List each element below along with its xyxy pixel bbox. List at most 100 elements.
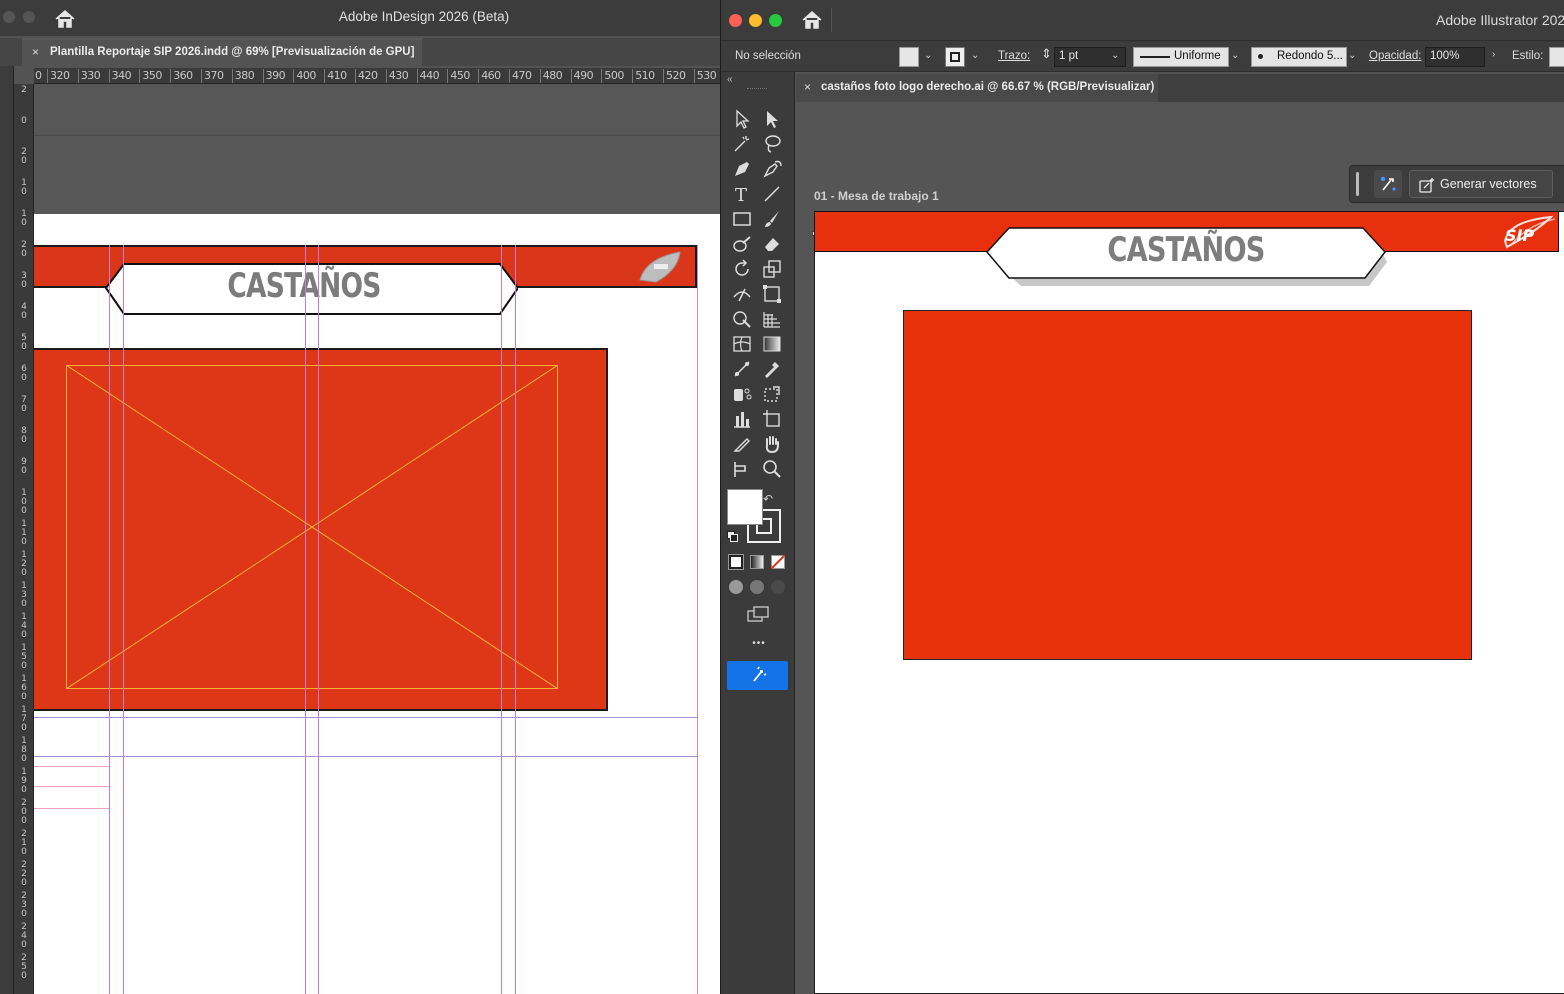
- tab-close-icon[interactable]: ×: [804, 80, 811, 94]
- chevron-right-icon[interactable]: ›: [1492, 49, 1495, 60]
- row-guide[interactable]: [34, 717, 697, 718]
- opacity-field[interactable]: 100%: [1425, 47, 1485, 67]
- variable-width-profile[interactable]: Uniforme: [1133, 47, 1229, 67]
- default-colors-icon[interactable]: [727, 531, 739, 543]
- hand-tool-icon[interactable]: [761, 433, 783, 455]
- indesign-document-tab[interactable]: × Plantilla Reportaje SIP 2026.indd @ 69…: [22, 38, 422, 66]
- vertical-ruler[interactable]: 2020101020304050607080901001101201301401…: [14, 84, 34, 994]
- width-tool-icon[interactable]: [731, 283, 753, 305]
- ruler-tick-label: 10: [21, 178, 27, 197]
- generative-icon[interactable]: [1374, 170, 1402, 198]
- direct-selection-tool-icon[interactable]: [761, 108, 783, 130]
- stroke-stepper-icon[interactable]: ⇕: [1041, 46, 1052, 62]
- opacity-label[interactable]: Opacidad:: [1369, 50, 1421, 62]
- column-graph-tool-icon[interactable]: [731, 408, 753, 430]
- magic-wand-tool-icon[interactable]: [731, 133, 753, 155]
- chevron-down-icon[interactable]: ⌄: [1111, 50, 1119, 61]
- window-minimize-button[interactable]: [749, 14, 762, 27]
- column-guide[interactable]: [123, 245, 124, 994]
- puppet-warp-tool-icon[interactable]: [731, 458, 753, 480]
- window-close-button[interactable]: [729, 14, 742, 27]
- draw-inside-icon[interactable]: [771, 580, 785, 594]
- paintbrush-tool-icon[interactable]: [761, 208, 783, 230]
- shaper-tool-icon[interactable]: [731, 233, 753, 255]
- slice-tool-icon[interactable]: [731, 433, 753, 455]
- fill-swatch[interactable]: [899, 47, 919, 67]
- zoom-tool-icon[interactable]: [761, 458, 783, 480]
- ruler-tick-label: 150: [21, 643, 27, 671]
- live-paint-tool-icon[interactable]: [761, 383, 783, 405]
- blend-tool-icon[interactable]: [731, 358, 753, 380]
- draw-behind-icon[interactable]: [750, 580, 764, 594]
- lasso-tool-icon[interactable]: [761, 133, 783, 155]
- column-guide[interactable]: [305, 245, 306, 994]
- eyedropper-tool-icon[interactable]: [761, 358, 783, 380]
- pasteboard-divider: [34, 135, 720, 136]
- scale-tool-icon[interactable]: [761, 258, 783, 280]
- gradient-tool-icon[interactable]: [761, 333, 783, 355]
- ruler-tick-label: 330: [77, 69, 101, 83]
- illustrator-document-tab[interactable]: × castaños foto logo derecho.ai @ 66.67 …: [796, 74, 1158, 102]
- indesign-tools-panel[interactable]: [0, 66, 14, 994]
- tab-close-icon[interactable]: ×: [32, 45, 39, 59]
- logo-placeholder-icon[interactable]: [636, 250, 684, 286]
- line-tool-icon[interactable]: [761, 183, 783, 205]
- artboard-tool-icon[interactable]: [761, 408, 783, 430]
- ruler-tick-label: 350: [139, 69, 162, 83]
- sip-logo[interactable]: SIP: [1497, 213, 1559, 251]
- stroke-label[interactable]: Trazo:: [998, 50, 1030, 62]
- fill-color-box[interactable]: [727, 489, 763, 525]
- curvature-tool-icon[interactable]: [761, 158, 783, 180]
- panel-grip[interactable]: [747, 88, 767, 90]
- chevron-down-icon[interactable]: ⌄: [924, 50, 932, 61]
- eraser-tool-icon[interactable]: [761, 233, 783, 255]
- empty-frame-cross: [66, 365, 558, 689]
- symbol-sprayer-tool-icon[interactable]: [731, 383, 753, 405]
- chevron-down-icon[interactable]: ⌄: [971, 50, 979, 61]
- none-mode-icon[interactable]: [771, 555, 785, 569]
- rotate-tool-icon[interactable]: [731, 258, 753, 280]
- pen-tool-icon[interactable]: [731, 158, 753, 180]
- ruler-tick-label: 360: [170, 69, 193, 83]
- edit-toolbar-icon[interactable]: •••: [747, 638, 771, 649]
- stroke-swatch[interactable]: [945, 47, 965, 67]
- generative-ai-button[interactable]: [727, 661, 788, 690]
- color-mode-icon[interactable]: [728, 554, 744, 570]
- home-icon[interactable]: [801, 10, 823, 30]
- rectangle-tool-icon[interactable]: [731, 208, 753, 230]
- screen-mode-icon[interactable]: [746, 605, 770, 623]
- chevron-down-icon[interactable]: ⌄: [1348, 50, 1356, 61]
- artboard-name[interactable]: 01 - Mesa de trabajo 1: [814, 189, 939, 203]
- column-guide[interactable]: [501, 245, 502, 994]
- type-tool-icon[interactable]: T: [731, 183, 753, 206]
- ruler-tick-label: 10: [21, 209, 27, 228]
- indesign-window: Adobe InDesign 2026 (Beta) × Plantilla R…: [0, 0, 720, 994]
- perspective-grid-tool-icon[interactable]: [761, 308, 783, 330]
- row-guide[interactable]: [34, 756, 697, 757]
- free-transform-tool-icon[interactable]: [761, 283, 783, 305]
- column-guide[interactable]: [318, 245, 319, 994]
- window-zoom-button[interactable]: [769, 14, 782, 27]
- shape-builder-tool-icon[interactable]: [731, 308, 753, 330]
- collapse-panel-icon[interactable]: «: [727, 74, 733, 85]
- ruler-tick-label: 440: [416, 69, 440, 83]
- mesh-tool-icon[interactable]: [731, 333, 753, 355]
- column-guide[interactable]: [109, 245, 110, 994]
- taskbar-grip[interactable]: [1356, 172, 1359, 196]
- graphic-style-swatch[interactable]: [1549, 47, 1564, 67]
- swap-fill-stroke-icon[interactable]: ↶: [763, 492, 773, 506]
- pasteboard[interactable]: [34, 84, 720, 214]
- ruler-tick-label: 0: [35, 69, 42, 82]
- column-guide[interactable]: [515, 245, 516, 994]
- chevron-down-icon[interactable]: ⌄: [1231, 50, 1239, 61]
- ruler-tick-label: 470: [509, 69, 532, 83]
- selection-tool-icon[interactable]: [731, 108, 753, 130]
- brush-definition[interactable]: Redondo 5...: [1251, 47, 1347, 67]
- gradient-mode-icon[interactable]: [750, 555, 764, 569]
- horizontal-ruler[interactable]: 0 320 330 340 350 360 370 380 390 400 410 420 430 440…: [34, 68, 720, 84]
- margin-guide[interactable]: [697, 245, 698, 994]
- generate-vectors-button[interactable]: Generar vectores: [1409, 170, 1553, 198]
- red-image-placeholder[interactable]: [903, 310, 1472, 660]
- style-label: Estilo:: [1512, 50, 1544, 62]
- draw-normal-icon[interactable]: [729, 580, 743, 594]
